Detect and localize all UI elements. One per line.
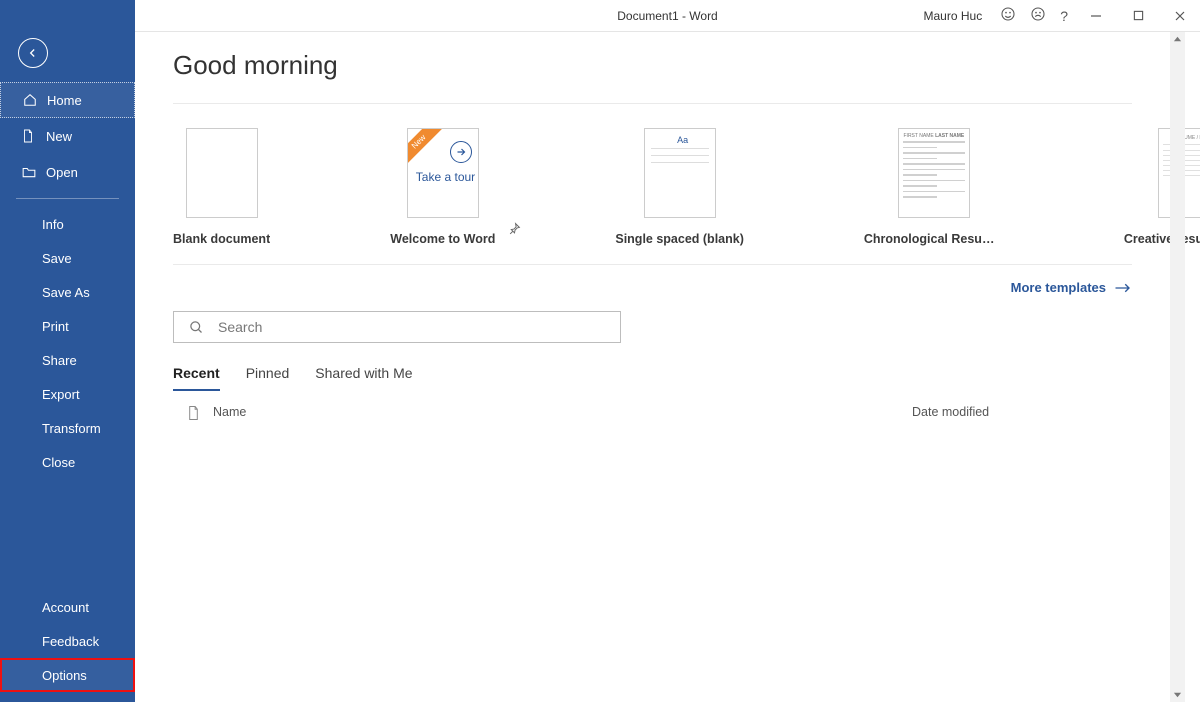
title-bar: Document1 - Word Mauro Huc ? <box>135 0 1200 32</box>
document-icon <box>22 129 36 143</box>
document-list-header: Name Date modified <box>173 405 1132 421</box>
template-chronological-resume[interactable]: FIRST NAME LAST NAME Chronological Resum… <box>864 128 1004 246</box>
nav-label: Home <box>47 93 82 108</box>
template-blank-document[interactable]: Blank document <box>173 128 270 246</box>
more-templates-link[interactable]: More templates <box>1011 280 1132 295</box>
nav-close[interactable]: Close <box>0 445 135 479</box>
template-thumb <box>186 128 258 218</box>
more-templates-label: More templates <box>1011 280 1106 295</box>
face-sad-icon[interactable] <box>1030 6 1046 25</box>
template-creative-resume[interactable]: RESUME / NAME Creative resume, designe… <box>1124 128 1200 246</box>
nav-info[interactable]: Info <box>0 207 135 241</box>
help-icon[interactable]: ? <box>1060 8 1068 24</box>
template-thumb: Aa <box>644 128 716 218</box>
aa-label: Aa <box>645 129 715 145</box>
tab-shared-with-me[interactable]: Shared with Me <box>315 361 412 391</box>
arrow-circle-icon <box>450 141 472 163</box>
nav-options[interactable]: Options <box>0 658 135 692</box>
scroll-down-button[interactable] <box>1170 687 1185 702</box>
vertical-scrollbar[interactable] <box>1170 32 1185 702</box>
nav-save[interactable]: Save <box>0 241 135 275</box>
maximize-button[interactable] <box>1124 2 1152 30</box>
search-input[interactable] <box>218 319 620 335</box>
column-name[interactable]: Name <box>213 405 912 421</box>
template-thumb: FIRST NAME LAST NAME <box>898 128 970 218</box>
template-single-spaced[interactable]: Aa Single spaced (blank) <box>615 128 744 246</box>
template-row: Blank document New Take a tour Welcome t… <box>173 103 1132 246</box>
document-tabs: Recent Pinned Shared with Me <box>173 361 1132 391</box>
template-label: Welcome to Word <box>390 232 495 246</box>
nav-print[interactable]: Print <box>0 309 135 343</box>
nav-new[interactable]: New <box>0 118 135 154</box>
nav-label: New <box>46 129 72 144</box>
document-icon <box>173 405 213 421</box>
column-date-modified[interactable]: Date modified <box>912 405 1132 421</box>
template-label: Creative resume, designe… <box>1124 232 1200 246</box>
new-ribbon: New <box>407 128 443 166</box>
nav-account[interactable]: Account <box>0 590 135 624</box>
template-label: Chronological Resume (M… <box>864 232 1004 246</box>
nav-export[interactable]: Export <box>0 377 135 411</box>
tab-pinned[interactable]: Pinned <box>246 361 290 391</box>
nav-home[interactable]: Home <box>0 82 135 118</box>
nav-share[interactable]: Share <box>0 343 135 377</box>
template-label: Blank document <box>173 232 270 246</box>
nav-open[interactable]: Open <box>0 154 135 190</box>
backstage-sidebar: Home New Open Info Save Save As Print Sh… <box>0 0 135 702</box>
search-icon <box>174 320 218 335</box>
pin-icon[interactable] <box>508 222 521 240</box>
template-label: Single spaced (blank) <box>615 232 744 246</box>
main-area: Good morning Blank document New Take a t… <box>135 32 1185 702</box>
greeting-heading: Good morning <box>173 50 1132 81</box>
minimize-button[interactable] <box>1082 2 1110 30</box>
arrow-right-icon <box>1114 282 1132 294</box>
tab-recent[interactable]: Recent <box>173 361 220 391</box>
close-button[interactable] <box>1166 2 1194 30</box>
nav-transform[interactable]: Transform <box>0 411 135 445</box>
nav-save-as[interactable]: Save As <box>0 275 135 309</box>
nav-label: Open <box>46 165 78 180</box>
nav-separator <box>16 198 119 199</box>
template-thumb: New Take a tour <box>407 128 479 218</box>
nav-feedback[interactable]: Feedback <box>0 624 135 658</box>
back-button[interactable] <box>18 38 48 68</box>
home-icon <box>23 93 37 107</box>
template-welcome-to-word[interactable]: New Take a tour Welcome to Word <box>390 128 495 246</box>
scroll-up-button[interactable] <box>1170 32 1185 47</box>
user-name[interactable]: Mauro Huc <box>924 9 983 23</box>
search-box[interactable] <box>173 311 621 343</box>
tour-text: Take a tour <box>408 171 478 185</box>
folder-open-icon <box>22 166 36 178</box>
face-smile-icon[interactable] <box>1000 6 1016 25</box>
